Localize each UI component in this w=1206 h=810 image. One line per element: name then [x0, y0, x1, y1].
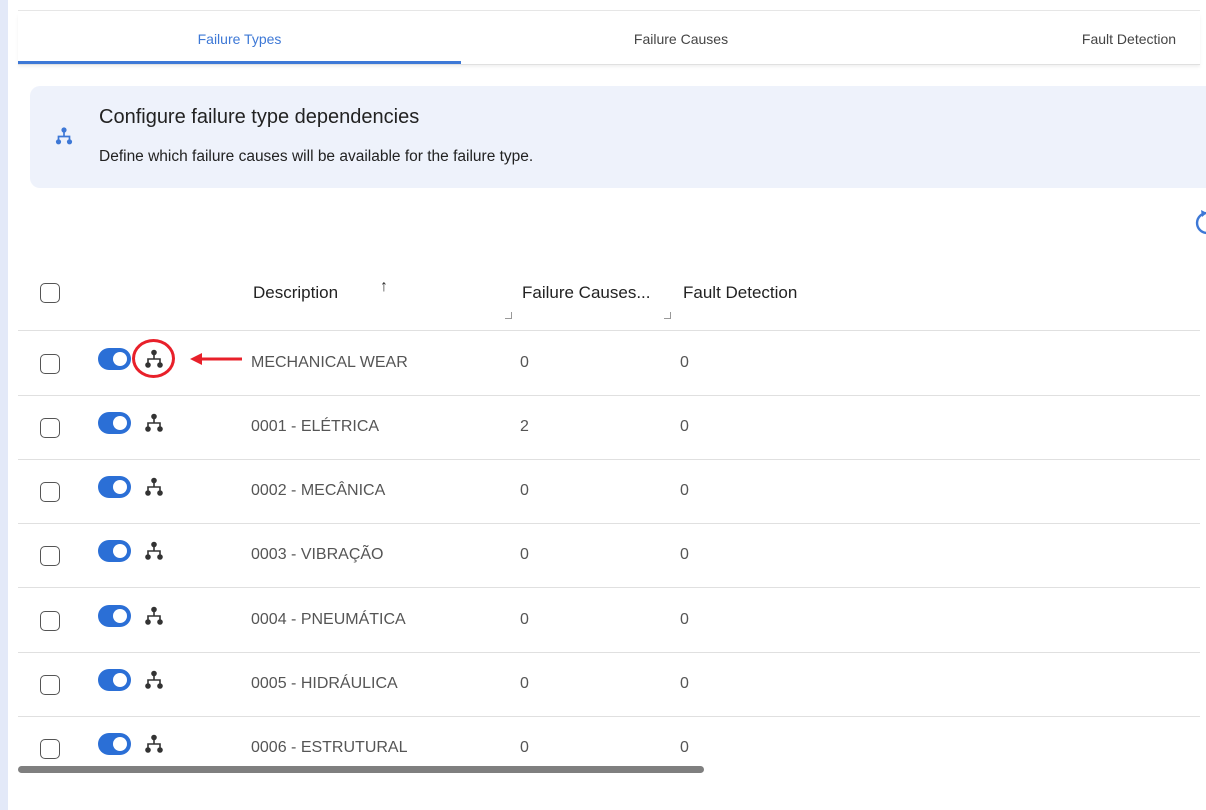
description-cell: 0005 - HIDRÁULICA — [251, 675, 398, 692]
active-toggle[interactable] — [98, 605, 131, 627]
tab-failure-causes[interactable]: Failure Causes — [461, 14, 901, 64]
description-cell: 0002 - MECÂNICA — [251, 482, 386, 499]
column-header-fault-detection[interactable]: Fault Detection — [683, 283, 797, 303]
select-all-checkbox[interactable] — [40, 283, 60, 303]
fault-detection-cell: 0 — [680, 675, 689, 692]
fault-detection-cell: 0 — [680, 418, 689, 435]
row-checkbox[interactable] — [40, 739, 60, 759]
description-cell: 0006 - ESTRUTURAL — [251, 739, 408, 756]
row-checkbox[interactable] — [40, 354, 60, 374]
dependencies-icon[interactable] — [143, 412, 165, 434]
horizontal-scrollbar[interactable] — [18, 766, 704, 773]
fault-detection-cell: 0 — [680, 482, 689, 499]
column-header-failure-causes[interactable]: Failure Causes... — [522, 283, 651, 303]
column-resize-handle[interactable] — [664, 312, 671, 319]
sort-ascending-icon[interactable]: ↑ — [380, 278, 388, 296]
banner-title: Configure failure type dependencies — [99, 106, 420, 128]
table-row[interactable]: 0004 - PNEUMÁTICA 0 0 — [18, 588, 1200, 653]
dependencies-icon[interactable] — [143, 605, 165, 627]
active-toggle[interactable] — [98, 476, 131, 498]
fault-detection-cell: 0 — [680, 354, 689, 371]
active-toggle[interactable] — [98, 669, 131, 691]
toggle-knob — [113, 416, 127, 430]
description-cell: MECHANICAL WEAR — [251, 354, 408, 371]
failure-causes-cell: 0 — [520, 675, 529, 692]
row-checkbox[interactable] — [40, 675, 60, 695]
left-accent-bar — [0, 0, 8, 810]
column-header-description[interactable]: Description — [253, 283, 338, 303]
failure-causes-cell: 2 — [520, 418, 529, 435]
failure-causes-cell: 0 — [520, 546, 529, 563]
row-checkbox[interactable] — [40, 546, 60, 566]
row-checkbox[interactable] — [40, 418, 60, 438]
active-toggle[interactable] — [98, 733, 131, 755]
active-toggle[interactable] — [98, 412, 131, 434]
banner-description: Define which failure causes will be avai… — [99, 148, 534, 165]
failure-causes-cell: 0 — [520, 739, 529, 756]
table-header: Description ↑ Failure Causes... Fault De… — [18, 262, 1200, 331]
annotation-highlight-circle — [132, 339, 175, 378]
failure-causes-cell: 0 — [520, 482, 529, 499]
tab-fault-detection[interactable]: Fault Detection — [1058, 14, 1200, 64]
dependencies-icon[interactable] — [143, 733, 165, 755]
fault-detection-cell: 0 — [680, 546, 689, 563]
row-checkbox[interactable] — [40, 611, 60, 631]
top-divider — [18, 10, 1200, 11]
failure-causes-cell: 0 — [520, 611, 529, 628]
table-row[interactable]: 0003 - VIBRAÇÃO 0 0 — [18, 523, 1200, 588]
hierarchy-icon — [55, 127, 73, 145]
active-toggle[interactable] — [98, 540, 131, 562]
toggle-knob — [113, 673, 127, 687]
fault-detection-cell: 0 — [680, 611, 689, 628]
tab-bar: Failure Types Failure Causes Fault Detec… — [18, 14, 1200, 65]
tab-failure-types[interactable]: Failure Types — [18, 14, 461, 64]
table-row[interactable]: 0005 - HIDRÁULICA 0 0 — [18, 652, 1200, 717]
toggle-knob — [113, 737, 127, 751]
toggle-knob — [113, 352, 127, 366]
annotation-arrow-icon — [190, 353, 242, 365]
dependencies-icon[interactable] — [143, 540, 165, 562]
dependencies-icon[interactable] — [143, 669, 165, 691]
active-toggle[interactable] — [98, 348, 131, 370]
row-checkbox[interactable] — [40, 482, 60, 502]
toggle-knob — [113, 544, 127, 558]
description-cell: 0003 - VIBRAÇÃO — [251, 546, 384, 563]
fault-detection-cell: 0 — [680, 739, 689, 756]
description-cell: 0001 - ELÉTRICA — [251, 418, 380, 435]
column-resize-handle[interactable] — [505, 312, 512, 319]
failure-causes-cell: 0 — [520, 354, 529, 371]
toggle-knob — [113, 480, 127, 494]
toggle-knob — [113, 609, 127, 623]
info-banner: Configure failure type dependencies Defi… — [30, 86, 1206, 188]
table-row[interactable]: 0002 - MECÂNICA 0 0 — [18, 459, 1200, 524]
refresh-icon[interactable] — [1185, 204, 1206, 236]
dependencies-icon[interactable] — [143, 476, 165, 498]
description-cell: 0004 - PNEUMÁTICA — [251, 611, 406, 628]
table-row[interactable]: 0001 - ELÉTRICA 2 0 — [18, 395, 1200, 460]
